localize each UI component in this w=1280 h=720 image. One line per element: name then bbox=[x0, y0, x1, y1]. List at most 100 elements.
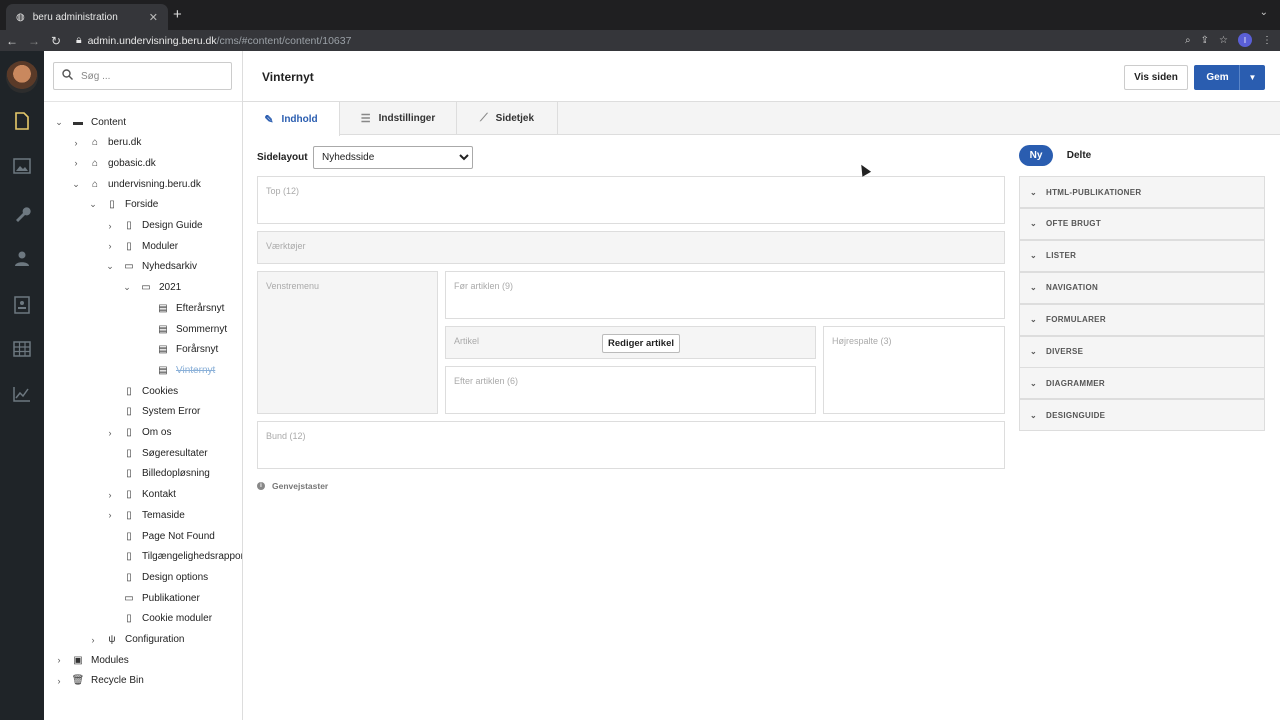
zone-article[interactable]: Artikel Rediger artikel bbox=[445, 326, 816, 359]
chevron-right-icon[interactable]: › bbox=[54, 655, 64, 665]
chevron-right-icon[interactable]: › bbox=[88, 635, 98, 645]
tree-node[interactable]: ⌄ ▯ Forside bbox=[88, 196, 158, 214]
tree-node[interactable]: ▤ Efterårsnyt bbox=[139, 299, 224, 317]
tree-node[interactable]: ⌄ ▬ Content bbox=[54, 113, 126, 131]
zone-right-column[interactable]: Højrespalte (3) bbox=[823, 326, 1005, 414]
tab-indstillinger[interactable]: ☰ Indstillinger bbox=[340, 102, 457, 135]
module-section[interactable]: ⌄ LISTER bbox=[1019, 239, 1265, 272]
edit-article-button[interactable]: Rediger artikel bbox=[602, 334, 680, 353]
zone-before-article[interactable]: Før artiklen (9) bbox=[445, 271, 1005, 319]
layout-select[interactable]: Nyhedsside bbox=[313, 146, 473, 169]
module-section[interactable]: ⌄ DESIGNGUIDE bbox=[1019, 399, 1265, 432]
chevron-down-icon[interactable]: ⌄ bbox=[71, 179, 81, 190]
chevron-down-icon[interactable]: ⌄ bbox=[122, 282, 132, 293]
panel-tab-shared[interactable]: Delte bbox=[1059, 145, 1099, 166]
more-menu-icon[interactable]: ⋮ bbox=[1262, 35, 1272, 46]
user-icon[interactable] bbox=[12, 250, 32, 270]
contact-card-icon[interactable] bbox=[12, 296, 32, 316]
tree-node[interactable]: ▯ Page Not Found bbox=[105, 527, 215, 545]
chevron-right-icon[interactable]: › bbox=[105, 221, 115, 231]
module-section[interactable]: ⌄ NAVIGATION bbox=[1019, 271, 1265, 304]
tree-node[interactable]: ▤ Sommernyt bbox=[139, 320, 227, 338]
tree-node[interactable]: ▯ System Error bbox=[105, 403, 200, 421]
tree-node[interactable]: ▯ Billedopløsning bbox=[105, 465, 210, 483]
reload-icon[interactable]: ↻ bbox=[46, 34, 66, 48]
save-button[interactable]: Gem ▼ bbox=[1194, 65, 1265, 90]
tree-node[interactable]: › ▯ Om os bbox=[105, 424, 172, 442]
tree-search[interactable] bbox=[53, 62, 232, 90]
forward-icon[interactable]: → bbox=[24, 34, 44, 48]
new-tab-button[interactable]: + bbox=[173, 6, 182, 23]
tree-node[interactable]: ▤ Forårsnyt bbox=[139, 341, 218, 359]
wrench-icon[interactable] bbox=[12, 204, 32, 224]
table-icon[interactable] bbox=[12, 341, 32, 361]
tree-node[interactable]: ▭ Publikationer bbox=[105, 589, 200, 607]
media-image-icon[interactable] bbox=[12, 158, 32, 178]
chevron-down-icon[interactable]: ⌄ bbox=[88, 199, 98, 210]
tree-node[interactable]: › ⌂ gobasic.dk bbox=[71, 154, 156, 172]
module-section[interactable]: ⌄ OFTE BRUGT bbox=[1019, 207, 1265, 240]
zone-bottom[interactable]: Bund (12) bbox=[257, 421, 1005, 469]
panel-tab-new[interactable]: Ny bbox=[1019, 145, 1053, 166]
content-tree-panel: ⌄ ▬ Content › ⌂ beru.dk › ⌂ gobasic.dk ⌄ ⌂ undervis… bbox=[44, 51, 243, 720]
module-section[interactable]: ⌄ DIAGRAMMER bbox=[1019, 367, 1265, 400]
star-icon[interactable]: ☆ bbox=[1219, 35, 1228, 46]
tree-node[interactable]: › 🗑︎ Recycle Bin bbox=[54, 672, 144, 690]
view-page-button[interactable]: Vis siden bbox=[1124, 65, 1188, 90]
chevron-down-icon[interactable]: ⌄ bbox=[54, 117, 64, 128]
news-icon: ▤ bbox=[158, 323, 168, 335]
chevron-right-icon[interactable]: › bbox=[71, 138, 81, 148]
chevron-right-icon[interactable]: › bbox=[105, 241, 115, 251]
user-avatar[interactable] bbox=[6, 61, 38, 93]
analytics-chart-icon[interactable] bbox=[12, 386, 32, 406]
zone-top[interactable]: Top (12) bbox=[257, 176, 1005, 224]
profile-avatar[interactable]: I bbox=[1238, 33, 1252, 47]
browser-tab[interactable]: ◍ beru administration ✕ bbox=[6, 4, 168, 30]
address-bar[interactable]: 🔒︎ admin.undervisning.beru.dk/cms/#conte… bbox=[76, 34, 351, 47]
tree-node[interactable]: › ψ Configuration bbox=[88, 631, 185, 649]
tree-node[interactable]: ⌄ ▭ 2021 bbox=[122, 279, 181, 297]
module-section[interactable]: ⌄ DIVERSE bbox=[1019, 335, 1265, 368]
tree-node[interactable]: ▯ Design options bbox=[105, 568, 208, 586]
tree-node[interactable]: › ▯ Temaside bbox=[105, 506, 185, 524]
tree-node[interactable]: ▤ Vinternyt bbox=[139, 361, 215, 379]
module-section[interactable]: ⌄ HTML-PUBLIKATIONER bbox=[1019, 176, 1265, 208]
chevron-down-icon[interactable]: ⌄ bbox=[1260, 7, 1268, 18]
globe-icon: ◍ bbox=[16, 11, 25, 23]
tree-node[interactable]: ⌄ ▭ Nyhedsarkiv bbox=[105, 258, 197, 276]
tree-node[interactable]: › ▣ Modules bbox=[54, 651, 129, 669]
tree-node[interactable]: › ▯ Moduler bbox=[105, 237, 179, 255]
tree-node[interactable]: › ⌂ beru.dk bbox=[71, 134, 142, 152]
content-page-icon[interactable] bbox=[12, 112, 32, 132]
chevron-right-icon[interactable]: › bbox=[105, 490, 115, 500]
tree-node[interactable]: ▯ Søgeresultater bbox=[105, 444, 207, 462]
module-section[interactable]: ⌄ FORMULARER bbox=[1019, 303, 1265, 336]
back-icon[interactable]: ← bbox=[2, 34, 22, 48]
tree-node[interactable]: ▯ Cookie moduler bbox=[105, 610, 212, 628]
chevron-right-icon[interactable]: › bbox=[54, 676, 64, 686]
chevron-down-icon[interactable]: ▼ bbox=[1239, 65, 1265, 90]
tree-node[interactable]: ▯ Cookies bbox=[105, 382, 178, 400]
zone-after-article[interactable]: Efter artiklen (6) bbox=[445, 366, 816, 414]
chevron-down-icon[interactable]: ⌄ bbox=[105, 261, 115, 272]
chevron-right-icon[interactable]: › bbox=[105, 428, 115, 438]
shortcuts-link[interactable]: i Genvejstaster bbox=[257, 481, 328, 491]
tree-node-label: Tilgængelighedsrapport bbox=[142, 551, 243, 563]
tree-node[interactable]: › ▯ Kontakt bbox=[105, 486, 176, 504]
chevron-right-icon[interactable]: › bbox=[71, 158, 81, 168]
tab-sidetjek[interactable]: ⟋ Sidetjek bbox=[457, 102, 558, 135]
search-input[interactable] bbox=[81, 70, 221, 82]
close-icon[interactable]: ✕ bbox=[149, 11, 158, 24]
tree-node[interactable]: ▯ Tilgængelighedsrapport bbox=[105, 548, 243, 566]
tree-node[interactable]: › ▯ Design Guide bbox=[105, 217, 203, 235]
browser-tab-strip: ◍ beru administration ✕ + ⌄ bbox=[0, 0, 1280, 30]
zoom-icon[interactable]: ⌕ bbox=[1185, 35, 1191, 46]
tree-node[interactable]: ⌄ ⌂ undervisning.beru.dk bbox=[71, 175, 201, 193]
zone-leftmenu[interactable]: Venstremenu bbox=[257, 271, 438, 414]
browser-toolbar: ← → ↻ 🔒︎ admin.undervisning.beru.dk/cms/… bbox=[0, 30, 1280, 51]
share-icon[interactable]: ⇪ bbox=[1201, 35, 1209, 46]
zone-tools[interactable]: Værktøjer bbox=[257, 231, 1005, 264]
chevron-right-icon[interactable]: › bbox=[105, 510, 115, 520]
tree-node-label: Content bbox=[91, 116, 127, 128]
tab-indhold[interactable]: ✎ Indhold bbox=[243, 102, 340, 136]
